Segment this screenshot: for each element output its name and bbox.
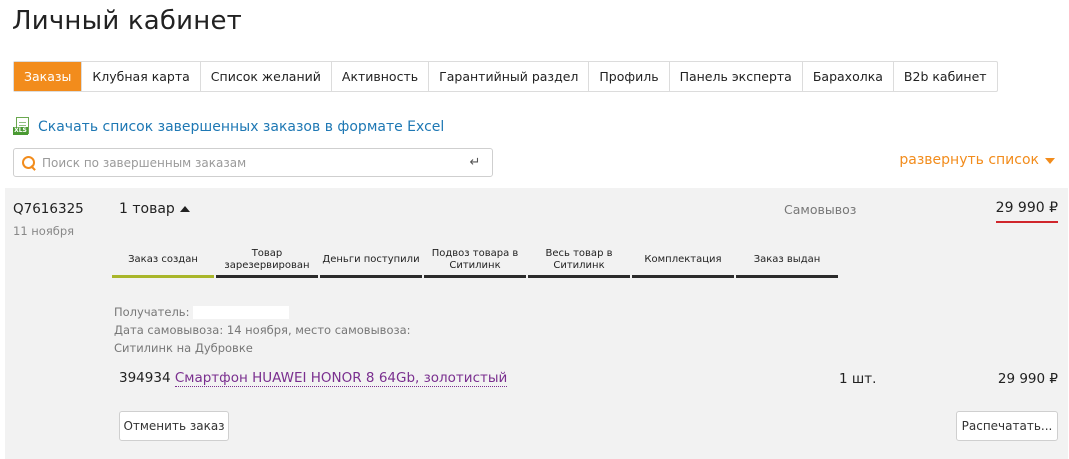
recipient-value	[193, 306, 290, 319]
order-status-steps: Заказ создан Товар зарезервирован Деньги…	[112, 244, 840, 278]
items-count: 1 товар	[119, 201, 175, 217]
step-paid: Деньги поступили	[320, 244, 422, 278]
tab-activity[interactable]: Активность	[332, 62, 430, 91]
expand-list-toggle[interactable]: развернуть список	[899, 152, 1055, 168]
tab-wishlist[interactable]: Список желаний	[201, 62, 332, 91]
step-created: Заказ создан	[112, 244, 214, 278]
search-box: ↵	[13, 148, 493, 177]
delivery-method: Самовывоз	[784, 202, 857, 217]
step-reserved: Товар зарезервирован	[216, 244, 318, 278]
items-toggle[interactable]: 1 товар	[119, 201, 190, 217]
cancel-order-button[interactable]: Отменить заказ	[119, 411, 229, 441]
order-id: Q7616325	[13, 201, 84, 217]
chevron-up-icon	[179, 206, 190, 212]
order-info: Получатель: Дата самовывоза: 14 ноября, …	[114, 303, 411, 357]
product-price: 29 990 ₽	[997, 371, 1058, 387]
page-title: Личный кабинет	[12, 6, 243, 36]
recipient-row: Получатель:	[114, 303, 411, 321]
expand-list-label: развернуть список	[899, 152, 1039, 168]
tabs-bar: Заказы Клубная карта Список желаний Акти…	[13, 61, 998, 92]
step-delivery-to-store: Подвоз товара в Ситилинк	[424, 244, 526, 278]
product-quantity: 1 шт.	[839, 371, 877, 387]
search-icon	[22, 155, 36, 170]
enter-icon[interactable]: ↵	[464, 155, 486, 170]
step-issued: Заказ выдан	[736, 244, 838, 278]
tab-flea-market[interactable]: Барахолка	[803, 62, 894, 91]
tab-profile[interactable]: Профиль	[589, 62, 670, 91]
recipient-label: Получатель:	[114, 305, 190, 319]
excel-download-link[interactable]: Скачать список завершенных заказов в фор…	[38, 119, 444, 135]
tab-warranty[interactable]: Гарантийный раздел	[429, 62, 590, 91]
tab-b2b[interactable]: B2b кабинет	[894, 62, 997, 91]
excel-file-icon[interactable]: XLS	[13, 117, 32, 136]
tab-club-card[interactable]: Клубная карта	[82, 62, 201, 91]
tab-expert-panel[interactable]: Панель эксперта	[670, 62, 803, 91]
step-all-in-store: Весь товар в Ситилинк	[528, 244, 630, 278]
product-row: 394934 Смартфон HUAWEI HONOR 8 64Gb, зол…	[119, 370, 508, 387]
excel-download-row: XLS Скачать список завершенных заказов в…	[13, 117, 444, 136]
product-link[interactable]: Смартфон HUAWEI HONOR 8 64Gb, золотистый	[174, 370, 508, 387]
step-picking: Комплектация	[632, 244, 734, 278]
search-input[interactable]	[42, 155, 464, 170]
product-code: 394934	[119, 370, 171, 386]
pickup-info-line1: Дата самовывоза: 14 ноября, место самовы…	[114, 323, 411, 337]
order-card: Q7616325 11 ноября 1 товар Самовывоз 29 …	[5, 188, 1068, 459]
pickup-info-line2: Ситилинк на Дубровке	[114, 341, 253, 355]
order-date: 11 ноября	[13, 224, 75, 238]
chevron-down-icon	[1045, 157, 1055, 164]
tab-orders[interactable]: Заказы	[14, 62, 83, 91]
order-total: 29 990 ₽	[995, 200, 1058, 223]
print-button[interactable]: Распечатать...	[956, 411, 1058, 441]
